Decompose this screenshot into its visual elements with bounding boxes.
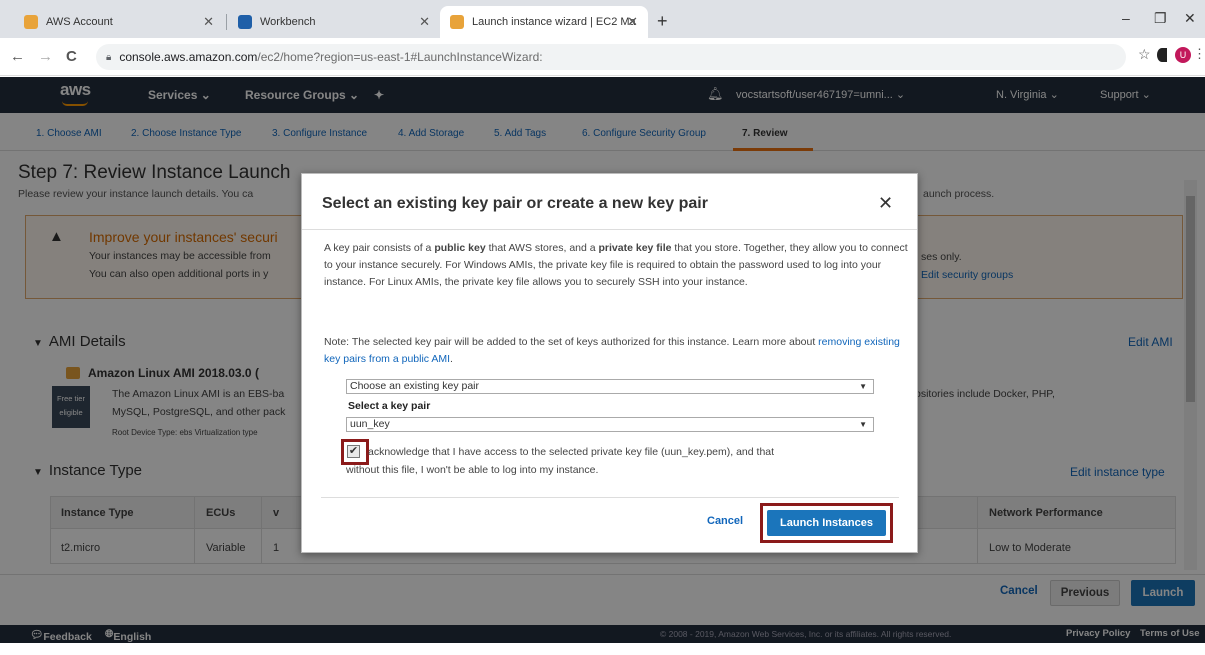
tab-title: Launch instance wizard | EC2 Ma	[472, 16, 636, 28]
dialog-title: Select an existing key pair or create a …	[322, 195, 708, 212]
tab-close-icon[interactable]: ✕	[203, 14, 214, 30]
key-pair-dialog: Select an existing key pair or create a …	[301, 173, 918, 553]
key-pair-explanation: A key pair consists of a public key that…	[324, 240, 909, 291]
url-path: /ec2/home?region=us-east-1#LaunchInstanc…	[257, 50, 543, 64]
extension-icon[interactable]	[1157, 48, 1167, 62]
text-span: A key pair consists of a	[324, 242, 435, 254]
close-icon[interactable]: ✕	[878, 193, 893, 214]
tab-separator	[226, 14, 227, 30]
dropdown-arrow-icon: ▼	[859, 420, 867, 429]
lock-icon: 🔒︎	[106, 51, 112, 63]
text-span: that AWS stores, and a	[485, 242, 599, 254]
profile-avatar[interactable]: U	[1175, 47, 1191, 63]
url-host: console.aws.amazon.com	[119, 50, 258, 64]
key-pair-note: Note: The selected key pair will be adde…	[324, 334, 909, 368]
select-value: uun_key	[350, 418, 390, 430]
launch-instances-button[interactable]: Launch Instances	[767, 510, 886, 536]
tab-close-icon[interactable]: ✕	[419, 14, 430, 30]
window-close-icon[interactable]: ✕	[1184, 10, 1196, 27]
tab-title: Workbench	[260, 16, 316, 28]
minimize-icon[interactable]: –	[1122, 10, 1130, 26]
browser-toolbar: ← → C 🔒︎ console.aws.amazon.com /ec2/hom…	[0, 38, 1205, 76]
address-bar[interactable]: 🔒︎ console.aws.amazon.com /ec2/home?regi…	[96, 44, 1126, 70]
key-pair-action-select[interactable]: Choose an existing key pair ▼	[346, 379, 874, 394]
reload-icon[interactable]: C	[66, 48, 77, 65]
aws-favicon-icon	[450, 15, 464, 29]
aws-favicon-icon	[24, 15, 38, 29]
browser-tabstrip: AWS Account ✕ Workbench ✕ Launch instanc…	[0, 0, 1205, 38]
dialog-cancel-button[interactable]: Cancel	[707, 515, 743, 527]
forward-icon[interactable]: →	[38, 48, 53, 65]
public-key-term: public key	[434, 242, 486, 254]
new-tab-button[interactable]: +	[657, 11, 668, 32]
private-key-term: private key file	[598, 242, 672, 254]
browser-tab-workbench[interactable]: Workbench ✕	[228, 6, 440, 38]
browser-tab-aws-account[interactable]: AWS Account ✕	[14, 6, 224, 38]
dropdown-arrow-icon: ▼	[859, 382, 867, 391]
acknowledge-text: without this file, I won't be able to lo…	[346, 464, 599, 476]
text-span: Note: The selected key pair will be adde…	[324, 336, 819, 348]
dialog-divider	[302, 229, 917, 230]
key-pair-select[interactable]: uun_key ▼	[346, 417, 874, 432]
acknowledge-text: acknowledge that I have access to the se…	[368, 446, 775, 458]
browser-tab-launch-wizard[interactable]: Launch instance wizard | EC2 Ma ✕	[440, 6, 648, 38]
select-value: Choose an existing key pair	[350, 380, 479, 392]
maximize-icon[interactable]: ❐	[1154, 10, 1167, 27]
tab-close-icon[interactable]: ✕	[627, 14, 638, 30]
workbench-favicon-icon	[238, 15, 252, 29]
select-key-pair-label: Select a key pair	[348, 400, 431, 412]
text-span: .	[450, 353, 453, 365]
acknowledge-checkbox[interactable]: ✔	[347, 445, 360, 458]
tab-title: AWS Account	[46, 16, 113, 28]
browser-menu-icon[interactable]: ⋮	[1193, 46, 1205, 62]
back-icon[interactable]: ←	[10, 48, 25, 65]
dialog-divider	[321, 497, 899, 498]
